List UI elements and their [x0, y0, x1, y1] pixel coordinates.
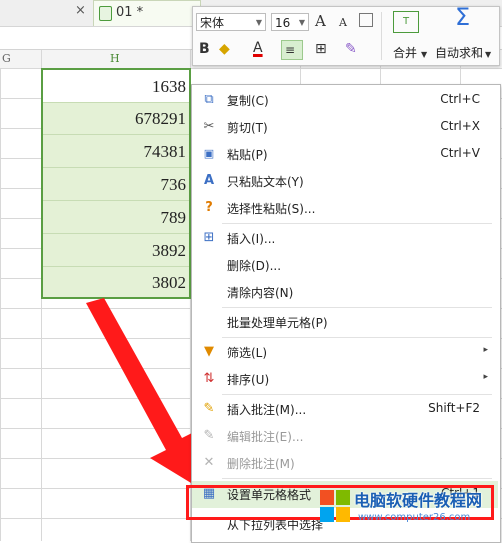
menu-item-label: 插入批注(M)... [227, 403, 307, 417]
font-name-value: 宋体 [200, 16, 225, 30]
watermark: 电脑软硬件教程网 www.computer26.com [318, 484, 498, 530]
menu-item-edit-comment: ✎ 编辑批注(E)... [192, 423, 498, 450]
menu-item-shortcut: Shift+F2 [428, 401, 480, 415]
font-size-select[interactable]: 16 ▼ [271, 13, 309, 31]
submenu-arrow-icon: ▸ [483, 372, 488, 382]
menu-separator [222, 478, 492, 479]
menu-separator [222, 337, 492, 338]
menu-item-filter[interactable]: ▼ 筛选(L) ▸ [192, 339, 498, 366]
toolbar-separator [381, 12, 382, 60]
watermark-url: www.computer26.com [358, 512, 471, 523]
merge-button-label[interactable]: 合并 [393, 44, 417, 61]
menu-item-paste-text-only[interactable]: A 只粘贴文本(Y) [192, 168, 498, 195]
menu-item-insert[interactable]: ⊞ 插入(I)... [192, 225, 498, 252]
clear-format-icon[interactable] [359, 13, 373, 27]
menu-item-shortcut: Ctrl+C [440, 92, 480, 106]
align-center-icon: ≡ [285, 43, 296, 57]
menu-item-label: 筛选(L) [227, 346, 268, 360]
delete-comment-icon: ✕ [203, 455, 215, 470]
menu-separator [222, 394, 492, 395]
paste-text-icon: A [203, 173, 215, 188]
filter-icon: ▼ [204, 344, 214, 359]
menu-item-label: 删除批注(M) [227, 457, 295, 471]
context-menu: ⧉ 复制(C) Ctrl+C ✂ 剪切(T) Ctrl+X ▣ 粘贴(P) Ct… [191, 84, 501, 543]
insert-icon: ⊞ [203, 230, 215, 245]
menu-item-copy[interactable]: ⧉ 复制(C) Ctrl+C [192, 87, 498, 114]
menu-separator [222, 223, 492, 224]
menu-item-clear-contents[interactable]: 清除内容(N) [192, 279, 498, 306]
chevron-down-icon[interactable]: ▼ [485, 47, 491, 63]
fill-color-icon[interactable]: ◆ [219, 41, 230, 57]
grow-font-icon[interactable]: A [315, 13, 326, 29]
menu-item-cut[interactable]: ✂ 剪切(T) Ctrl+X [192, 114, 498, 141]
menu-item-label: 粘贴(P) [227, 148, 268, 162]
menu-item-label: 复制(C) [227, 94, 269, 108]
autosum-icon[interactable]: Σ [455, 5, 470, 29]
autosum-button-label[interactable]: 自动求和 [435, 44, 483, 61]
edit-comment-icon: ✎ [203, 428, 215, 443]
menu-item-label: 插入(I)... [227, 232, 276, 246]
menu-item-label: 选择性粘贴(S)... [227, 202, 316, 216]
border-icon[interactable]: ⊞ [315, 41, 327, 57]
font-color-icon[interactable]: A [253, 40, 263, 56]
font-name-select[interactable]: 宋体 ▼ [196, 13, 266, 31]
watermark-site-name: 电脑软硬件教程网 [354, 491, 483, 510]
menu-item-shortcut: Ctrl+X [440, 119, 480, 133]
merge-cells-icon[interactable]: T [393, 11, 419, 33]
scissors-icon: ✂ [203, 119, 215, 134]
sort-icon: ⇅ [203, 371, 215, 386]
chevron-down-icon: ▼ [255, 18, 262, 27]
submenu-arrow-icon: ▸ [483, 345, 488, 355]
menu-item-insert-comment[interactable]: ✎ 插入批注(M)... Shift+F2 [192, 396, 498, 423]
format-painter-icon[interactable]: ✎ [345, 41, 357, 57]
menu-item-shortcut: Ctrl+V [440, 146, 480, 160]
menu-separator [222, 307, 492, 308]
paste-icon: ▣ [203, 147, 215, 160]
paste-special-icon: ? [205, 200, 213, 215]
menu-item-paste[interactable]: ▣ 粘贴(P) Ctrl+V [192, 141, 498, 168]
menu-item-sort[interactable]: ⇅ 排序(U) ▸ [192, 366, 498, 393]
menu-item-delete-comment: ✕ 删除批注(M) [192, 450, 498, 477]
windows-logo-icon [320, 490, 350, 522]
menu-item-label: 编辑批注(E)... [227, 430, 304, 444]
chevron-down-icon: ▼ [298, 18, 305, 27]
menu-item-label: 排序(U) [227, 373, 270, 387]
font-size-value: 16 [275, 16, 291, 30]
menu-item-batch-process[interactable]: 批量处理单元格(P) [192, 309, 498, 336]
mini-toolbar: 宋体 ▼ 16 ▼ A A B ◆ A ≡ ⊞ ✎ T 合并 ▼ Σ 自动求和 … [192, 5, 500, 66]
insert-comment-icon: ✎ [203, 401, 215, 416]
copy-icon: ⧉ [204, 92, 214, 107]
chevron-down-icon[interactable]: ▼ [421, 47, 427, 63]
menu-item-label: 删除(D)... [227, 259, 282, 273]
menu-item-label: 清除内容(N) [227, 286, 294, 300]
menu-item-paste-special[interactable]: ? 选择性粘贴(S)... [192, 195, 498, 222]
menu-item-label: 批量处理单元格(P) [227, 316, 328, 330]
menu-item-label: 剪切(T) [227, 121, 268, 135]
shrink-font-icon[interactable]: A [339, 15, 347, 31]
bold-icon[interactable]: B [199, 41, 210, 57]
menu-item-label: 只粘贴文本(Y) [227, 175, 304, 189]
menu-item-delete[interactable]: 删除(D)... [192, 252, 498, 279]
